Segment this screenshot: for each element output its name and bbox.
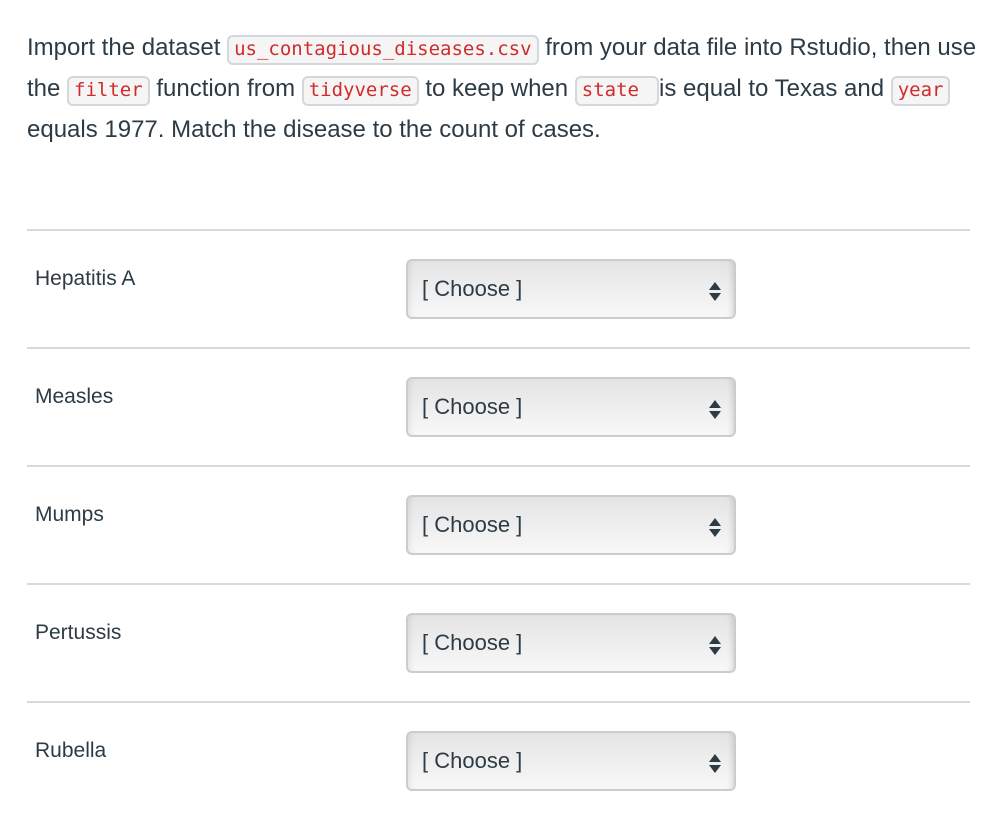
match-label: Rubella [35,739,107,762]
answer-select-hepatitis-a[interactable]: [ Choose ] [406,259,736,319]
match-row-pertussis: Pertussis [ Choose ] [27,583,970,701]
answer-select-measles[interactable]: [ Choose ] [406,377,736,437]
code-tidyverse: tidyverse [301,76,419,106]
match-label: Mumps [35,503,104,526]
code-filter-function: filter [67,76,150,106]
question-text-part: function from [149,75,302,102]
select-value: [ Choose ] [422,512,523,537]
answer-select-mumps[interactable]: [ Choose ] [406,495,736,555]
up-down-arrows-icon [709,282,721,302]
up-down-arrows-icon [709,518,721,538]
select-value: [ Choose ] [422,394,523,419]
answer-select-pertussis[interactable]: [ Choose ] [406,613,736,673]
up-down-arrows-icon [709,636,721,656]
code-dataset-filename: us_contagious_diseases.csv [227,35,539,65]
answer-select-rubella[interactable]: [ Choose ] [406,731,736,791]
matching-list: Hepatitis A [ Choose ] Measles [ Choose … [27,229,970,819]
select-value: [ Choose ] [422,276,523,301]
up-down-arrows-icon [709,754,721,774]
code-year: year [890,76,951,106]
question-text-part: to keep when [418,75,575,102]
up-down-arrows-icon [709,400,721,420]
select-value: [ Choose ] [422,748,523,773]
question-text-part: Import the dataset [27,34,228,61]
match-row-hepatitis-a: Hepatitis A [ Choose ] [27,229,970,347]
code-state: state [574,76,659,106]
match-label: Measles [35,385,114,408]
match-label: Hepatitis A [35,267,136,290]
question-text-part: is equal to Texas and [659,75,891,102]
question-text: Import the dataset us_contagious_disease… [27,28,977,150]
question-text-part: equals 1977. Match the disease to the co… [27,116,601,143]
match-label: Pertussis [35,621,122,644]
select-value: [ Choose ] [422,630,523,655]
match-row-mumps: Mumps [ Choose ] [27,465,970,583]
match-row-rubella: Rubella [ Choose ] [27,701,970,819]
match-row-measles: Measles [ Choose ] [27,347,970,465]
